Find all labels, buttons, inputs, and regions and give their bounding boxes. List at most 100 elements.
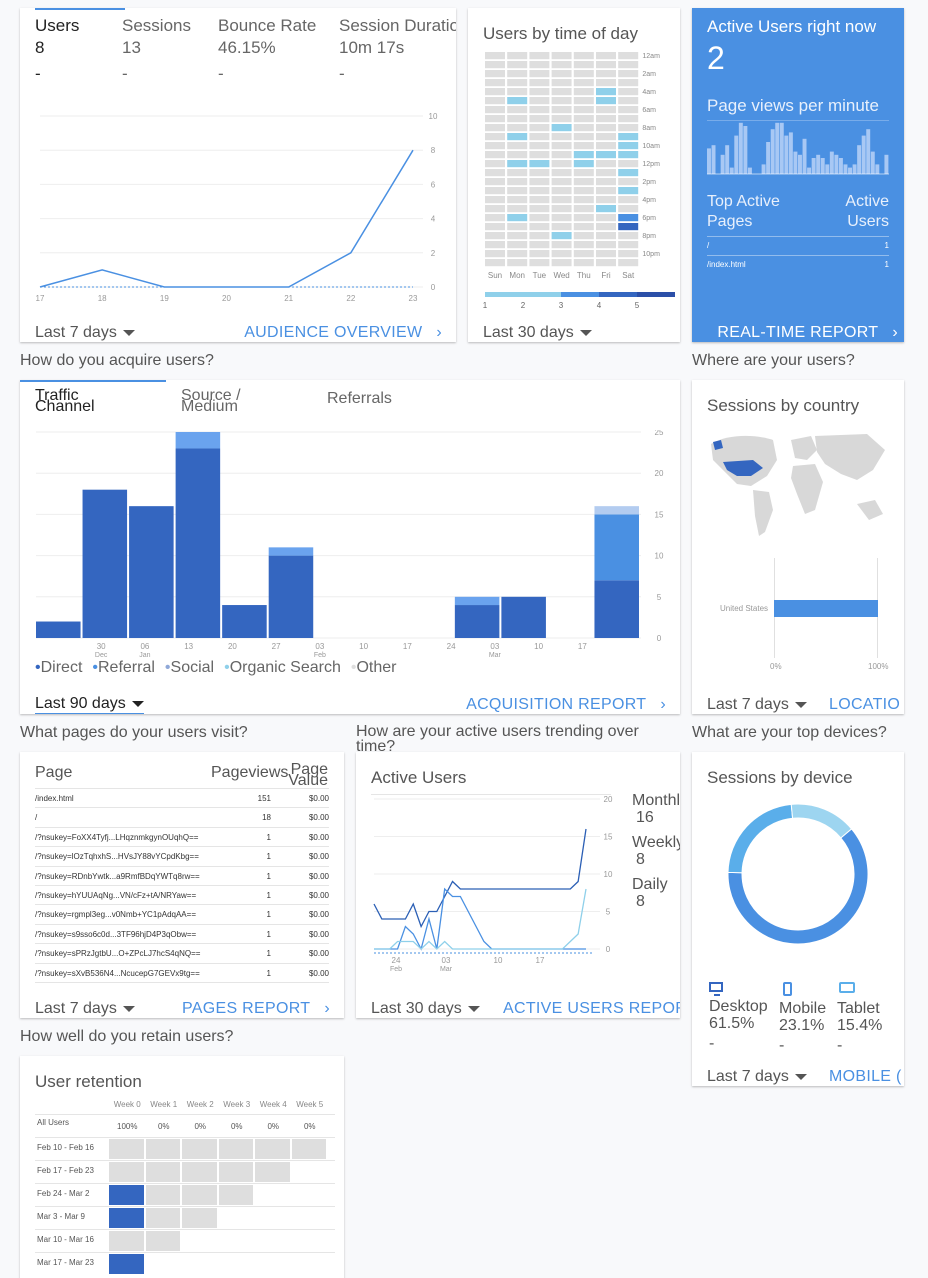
tab-bounce-rate[interactable]: Bounce Rate 46.15% - [218, 16, 316, 84]
chevron-right-icon: › [436, 324, 442, 341]
caret-down-icon [579, 329, 592, 336]
heatmap-cell [551, 223, 572, 231]
heatmap-cell [573, 241, 594, 249]
cell-page: /?nsukey=rgmpl3eg...v0Nmb+YC1pAdqAA== [35, 910, 196, 920]
legend-item[interactable]: •Other [351, 659, 397, 676]
heatmap-cell [573, 151, 594, 159]
heatmap-cell [596, 259, 616, 267]
table-row[interactable]: /?nsukey=hYUUAqNg...VN/cFz+tA/NRYaw== 1 $0… [35, 886, 329, 906]
heatmap-cell [507, 205, 528, 213]
week-header: Week 5 [296, 1100, 324, 1109]
tab-referrals[interactable]: Referrals [327, 390, 392, 408]
device-delta: - [779, 1037, 785, 1054]
x-tick-sublabel: Jan [139, 652, 150, 659]
country-label: United States [720, 604, 769, 613]
legend-item[interactable]: •Direct [35, 659, 82, 676]
table-row[interactable]: / 18 $0.00 [35, 808, 329, 828]
table-row[interactable]: /?nsukey=FoXX4Tyfj...LHqznmkgynOUqhQ== 1 $… [35, 828, 329, 848]
tab-traffic-channel[interactable]: Traffic Channel [35, 388, 125, 415]
date-range-dropdown[interactable]: Last 90 days [35, 695, 144, 714]
retention-cell [145, 1139, 180, 1159]
legend-swatch [561, 292, 599, 297]
heatmap-cell [618, 160, 639, 168]
heatmap-cell [551, 124, 572, 132]
table-row[interactable]: /index.html 151 $0.00 [35, 789, 329, 809]
tab-source-medium[interactable]: Source / Medium [181, 388, 271, 415]
page-view-bar [866, 129, 871, 174]
cell-page: /index.html [35, 794, 74, 803]
date-range-dropdown[interactable]: Last 30 days [371, 1000, 480, 1018]
date-range-dropdown[interactable]: Last 7 days [35, 324, 135, 342]
heatmap-cell [573, 97, 594, 105]
mobile-report-link[interactable]: MOBILE ( [829, 1068, 902, 1086]
week-header: Week 3 [223, 1100, 251, 1109]
pages-table: /index.html 151 $0.00/18 $0.00/?nsukey=FoXX… [35, 789, 329, 983]
table-row[interactable]: /?nsukey=rgmpl3eg...v0Nmb+YC1pAdqAA== 1 $0… [35, 905, 329, 925]
realtime-row[interactable]: /index.html 1 [707, 255, 889, 274]
tab-users[interactable]: Users 8 - [35, 16, 79, 84]
day-label: Mon [509, 271, 525, 280]
table-row[interactable]: /?nsukey=sPRzJgtbU...O+ZPcLJ7hcS4qNQ== 1 $… [35, 944, 329, 964]
all-users-value: 100% [117, 1122, 138, 1131]
tab-session-duration[interactable]: Session Duration 10m 17s - [339, 16, 456, 84]
page-view-bar [788, 132, 793, 174]
device-label: Tablet [837, 1000, 880, 1017]
users-line-chart: 108642017181920212223Mar [36, 112, 438, 303]
table-row[interactable]: /?nsukey=RDnbYwtk...a9RmfBDqYWTq8rw== 1 $0… [35, 867, 329, 886]
legend-swatch [599, 292, 637, 297]
heatmap-cell [485, 151, 505, 159]
legend-item[interactable]: •Organic Search [224, 659, 341, 676]
page-view-bar [743, 126, 748, 174]
donut-slice [790, 803, 853, 839]
heatmap-cell [618, 61, 639, 69]
y-tick-label: 5 [657, 593, 662, 602]
page-view-bar [807, 167, 812, 174]
x-tick-sublabel: Feb [314, 652, 326, 659]
legend-item[interactable]: •Referral [92, 659, 155, 676]
tab-delta: - [218, 64, 224, 83]
realtime-row[interactable]: / 1 [707, 236, 889, 255]
device-desktop: Desktop 61.5% - [709, 982, 768, 1052]
x-tick-label: 17 [536, 956, 545, 965]
heatmap-cell [485, 142, 505, 150]
section-title-acquire: How do you acquire users? [20, 352, 214, 369]
heatmap-cell [551, 160, 572, 168]
tab-delta: - [339, 64, 345, 83]
page-view-bar [816, 154, 821, 174]
table-row[interactable]: /?nsukey=sXvB536N4...NcucepG7GEVx9tg== 1 $… [35, 964, 329, 983]
date-range-dropdown[interactable]: Last 7 days [707, 1068, 807, 1086]
date-range-dropdown[interactable]: Last 30 days [483, 324, 592, 342]
acquisition-tab-indicator [20, 380, 166, 382]
date-range-dropdown[interactable]: Last 7 days [707, 696, 807, 714]
heatmap-cell [618, 115, 639, 123]
heatmap-cell [529, 124, 550, 132]
legend-item[interactable]: •Social [165, 659, 214, 676]
card-title: Active Users [371, 768, 467, 787]
stat-label: Daily [632, 876, 668, 893]
all-users-value: 0% [267, 1122, 280, 1131]
realtime-report-link[interactable]: REAL-TIME REPORT › [717, 324, 898, 342]
x-tick-label: 06 [140, 642, 149, 651]
y-tick-label: 20 [604, 795, 613, 804]
acquisition-report-link[interactable]: ACQUISITION REPORT › [466, 696, 666, 714]
heatmap-cell [596, 214, 616, 222]
overview-tab-active-indicator [35, 8, 125, 10]
table-row[interactable]: /?nsukey=s9sso6c0d...3TF96hjD4P3qObw== 1 $… [35, 925, 329, 945]
audience-overview-link[interactable]: AUDIENCE OVERVIEW › [244, 324, 442, 342]
active-users-report-link[interactable]: ACTIVE USERS REPOR [503, 1000, 680, 1018]
location-report-link[interactable]: LOCATIO [829, 696, 900, 714]
retention-cell [145, 1231, 180, 1251]
heatmap-cell [529, 169, 550, 177]
retention-cell [109, 1185, 144, 1205]
date-range-dropdown[interactable]: Last 7 days [35, 1000, 135, 1018]
page-view-bar [770, 129, 775, 174]
table-row[interactable]: /?nsukey=lOzTqhxhS...HVsJY88vYCpdKbg== 1 $… [35, 847, 329, 867]
heatmap-cell [573, 160, 594, 168]
legend-swatch [523, 292, 561, 297]
cell-pageviews: 1 [266, 910, 271, 920]
heatmap-cell [551, 214, 572, 222]
heatmap-cell [507, 232, 528, 240]
x-tick-label: 17 [403, 642, 412, 651]
pages-report-link[interactable]: PAGES REPORT › [182, 1000, 330, 1018]
tab-sessions[interactable]: Sessions 13 - [122, 16, 191, 84]
